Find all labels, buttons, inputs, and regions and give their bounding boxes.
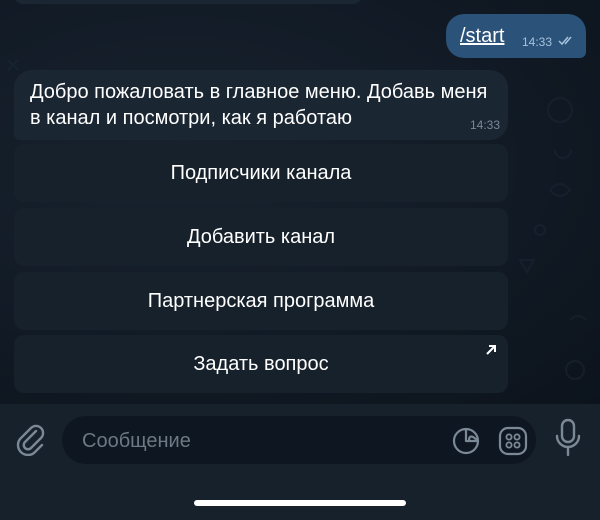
start-command-link[interactable]: /start <box>460 25 504 48</box>
paperclip-icon[interactable] <box>14 422 48 456</box>
keyboard-button-label: Задать вопрос <box>193 352 329 375</box>
microphone-icon[interactable] <box>553 418 583 458</box>
keyboard-button-label: Подписчики канала <box>170 161 352 184</box>
incoming-message-bubble[interactable]: Добро пожаловать в главное меню. Добавь … <box>14 70 508 140</box>
keyboard-button-ask-question[interactable]: Задать вопрос <box>14 335 508 393</box>
incoming-message-text: Добро пожаловать в главное меню. Добавь … <box>30 81 488 129</box>
double-check-icon <box>558 36 572 46</box>
keyboard-button-label: Добавить канал <box>186 225 336 248</box>
emoji-keyboard-icon[interactable] <box>498 426 528 456</box>
incoming-message-time: 14:33 <box>470 118 501 132</box>
keyboard-button-subscribers[interactable]: Подписчики канала <box>14 144 508 202</box>
external-link-arrow-icon <box>486 345 496 355</box>
message-input-container[interactable] <box>62 416 536 466</box>
sticker-icon[interactable] <box>452 427 480 455</box>
keyboard-button-partner-program[interactable]: Партнерская программа <box>14 272 508 330</box>
message-composer <box>0 404 600 520</box>
chat-area[interactable]: /start 14:33 Добро пожаловать в главное … <box>0 0 600 404</box>
previous-message-bubble <box>14 0 362 4</box>
message-input[interactable] <box>80 416 444 466</box>
keyboard-button-label: Партнерская программа <box>147 289 375 312</box>
home-indicator <box>194 500 406 506</box>
keyboard-button-add-channel[interactable]: Добавить канал <box>14 208 508 266</box>
outgoing-message-bubble[interactable]: /start 14:33 <box>446 14 586 58</box>
outgoing-message-time: 14:33 <box>522 35 553 49</box>
